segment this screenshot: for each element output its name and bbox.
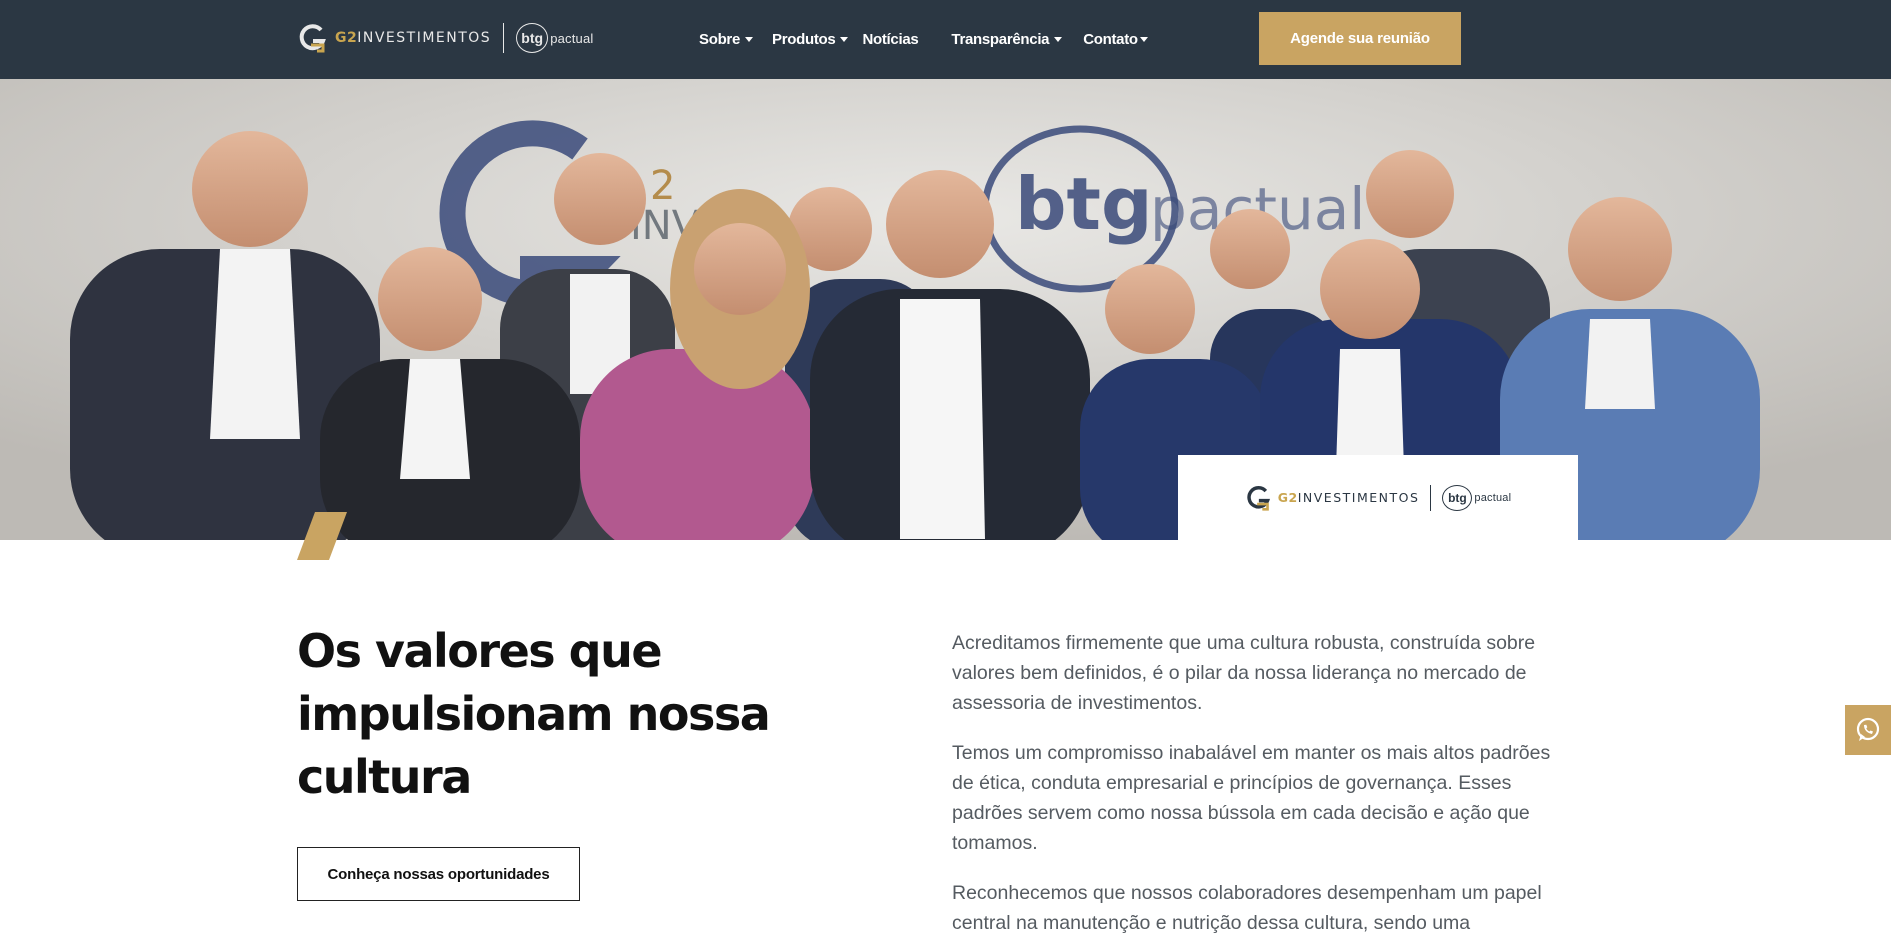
nav-item-contato[interactable]: Contato — [1083, 31, 1148, 48]
nav-item-sobre[interactable]: Sobre — [699, 31, 754, 48]
btg-pactual-logo: btg pactual — [1442, 484, 1511, 511]
brand-name: G2INVESTIMENTOS — [335, 30, 492, 46]
svg-text:btg: btg — [1015, 162, 1153, 246]
whatsapp-icon — [1856, 717, 1880, 741]
opportunities-button[interactable]: Conheça nossas oportunidades — [297, 847, 580, 901]
brand-logo[interactable]: G2INVESTIMENTOS btg pactual — [297, 21, 594, 55]
chevron-down-icon — [1054, 36, 1063, 42]
nav-item-transparencia[interactable]: Transparência — [951, 31, 1063, 48]
chevron-down-icon — [840, 36, 849, 42]
logo-divider — [503, 23, 505, 53]
whatsapp-button[interactable] — [1845, 705, 1891, 755]
chevron-down-icon — [1139, 36, 1148, 42]
main-nav: Sobre Produtos Notícias Transparência Co… — [699, 28, 1148, 50]
paragraph: Temos um compromisso inabalável em mante… — [952, 742, 1551, 854]
schedule-meeting-button[interactable]: Agende sua reunião — [1259, 12, 1461, 65]
nav-item-produtos[interactable]: Produtos — [772, 31, 849, 48]
team-photo-image: 2 INVE btg pactual — [0, 79, 1891, 540]
paragraph: Reconhecemos que nossos colaboradores de… — [952, 882, 1542, 934]
hero-team-photo: 2 INVE btg pactual G2INVESTIMENTOS btg p… — [0, 79, 1891, 540]
section-body: Acreditamos firmemente que uma cultura r… — [952, 628, 1572, 945]
card-brand-name: G2INVESTIMENTOS — [1277, 490, 1420, 505]
g2-logo-icon — [1247, 485, 1270, 511]
section-headline: Os valores que impulsionam nossa cultura — [297, 624, 771, 804]
hero-brand-card: G2INVESTIMENTOS btg pactual — [1178, 455, 1578, 540]
paragraph: Acreditamos firmemente que uma cultura r… — [952, 632, 1536, 714]
g2-logo-icon — [299, 24, 326, 53]
logo-divider — [1430, 484, 1432, 511]
gold-accent-shape — [297, 512, 347, 560]
nav-item-noticias[interactable]: Notícias — [862, 31, 918, 48]
btg-pactual-logo: btg pactual — [516, 23, 593, 53]
chevron-down-icon — [745, 36, 754, 42]
site-header: G2INVESTIMENTOS btg pactual Sobre Produt… — [0, 0, 1891, 79]
